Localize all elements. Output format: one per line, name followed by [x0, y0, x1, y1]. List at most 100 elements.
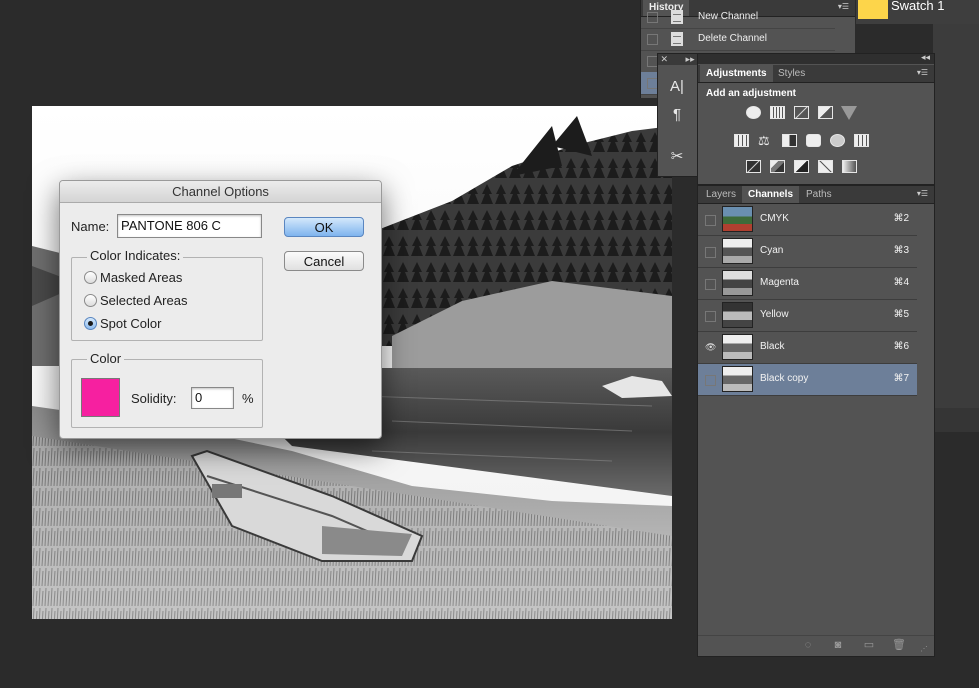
percent-label: %	[242, 391, 254, 406]
exposure-icon[interactable]	[818, 106, 833, 119]
name-label: Name:	[71, 219, 110, 234]
selective-color-icon[interactable]	[818, 160, 833, 173]
curves-icon[interactable]	[794, 106, 809, 119]
eye-icon[interactable]: 👁	[705, 343, 716, 352]
spot-color-swatch[interactable]	[81, 378, 120, 417]
solidity-label: Solidity:	[131, 391, 177, 406]
channel-row-cyan[interactable]: Cyan ⌘3	[698, 236, 917, 268]
history-row-new-channel[interactable]: New Channel	[641, 6, 835, 29]
panel-menu-icon[interactable]: ▾☰	[838, 2, 849, 11]
tool-presets-icon[interactable]: ✂	[666, 146, 688, 168]
gradient-map-icon[interactable]	[842, 160, 857, 173]
photo-filter-icon[interactable]	[806, 134, 821, 147]
visibility-toggle[interactable]	[705, 247, 716, 258]
channel-mixer-icon[interactable]	[830, 134, 845, 147]
selected-areas-radio[interactable]	[84, 294, 97, 307]
tab-paths[interactable]: Paths	[800, 186, 838, 203]
history-step-label: New Channel	[698, 11, 759, 22]
layers-channels-paths-tabbar: Layers Channels Paths ▾☰	[698, 186, 934, 204]
channel-thumbnail	[722, 366, 753, 392]
channel-name: Cyan	[760, 245, 784, 256]
channel-name-input[interactable]: PANTONE 806 C	[117, 214, 262, 238]
channels-panel-footer: ◌ ◙ ▭ 🗑 ⋰	[698, 635, 934, 656]
panel-menu-icon[interactable]: ▾☰	[917, 68, 928, 77]
hue-saturation-icon[interactable]	[734, 134, 749, 147]
channel-options-dialog: Channel Options Name: PANTONE 806 C OK C…	[59, 180, 382, 439]
levels-icon[interactable]	[770, 106, 785, 119]
visibility-toggle[interactable]	[705, 279, 716, 290]
color-indicates-label: Color Indicates:	[87, 248, 184, 263]
channel-shortcut: ⌘5	[893, 309, 909, 320]
vibrance-icon[interactable]	[841, 106, 857, 120]
channel-shortcut: ⌘4	[893, 277, 909, 288]
channel-shortcut: ⌘7	[893, 373, 909, 384]
side-panel-footer	[933, 408, 979, 432]
history-step-icon	[671, 32, 683, 46]
history-row-delete-channel[interactable]: Delete Channel	[641, 28, 835, 51]
invert-icon[interactable]	[746, 160, 761, 173]
panel-title-strip: ◂◂	[698, 52, 934, 64]
channel-row-black[interactable]: 👁 Black ⌘6	[698, 332, 917, 364]
adjustments-tabbar: Adjustments Styles ▾☰	[698, 65, 934, 83]
swatch-color-chip[interactable]	[858, 0, 888, 19]
channel-name: CMYK	[760, 213, 789, 224]
visibility-toggle[interactable]	[705, 215, 716, 226]
tab-channels[interactable]: Channels	[742, 186, 800, 203]
black-white-icon[interactable]	[782, 134, 797, 147]
resize-grip-icon[interactable]: ⋰	[918, 644, 930, 655]
cancel-button[interactable]: Cancel	[284, 251, 364, 271]
delete-channel-icon[interactable]: 🗑	[892, 640, 906, 651]
history-brush-source-checkbox[interactable]	[647, 34, 658, 45]
history-step-icon	[671, 10, 683, 24]
channels-panel: Layers Channels Paths ▾☰ CMYK ⌘2 Cyan ⌘3…	[697, 185, 935, 657]
tab-adjustments[interactable]: Adjustments	[700, 65, 773, 82]
collapse-icon[interactable]: ◂◂	[921, 52, 930, 63]
threshold-icon[interactable]	[794, 160, 809, 173]
channel-row-yellow[interactable]: Yellow ⌘5	[698, 300, 917, 332]
channel-name: Black	[760, 341, 785, 352]
channel-thumbnail	[722, 302, 753, 328]
side-panel-area	[933, 24, 979, 432]
channel-row-black-copy[interactable]: Black copy ⌘7	[698, 364, 917, 396]
adjustments-heading: Add an adjustment	[706, 88, 797, 99]
load-selection-icon[interactable]: ◌	[802, 640, 814, 651]
channel-row-cmyk[interactable]: CMYK ⌘2	[698, 204, 917, 236]
swatch-name: Swatch 1	[891, 0, 945, 13]
save-selection-icon[interactable]: ◙	[832, 640, 844, 651]
visibility-toggle[interactable]	[705, 311, 716, 322]
paragraph-icon[interactable]: ¶	[666, 104, 688, 126]
panel-menu-icon[interactable]: ▾☰	[917, 189, 928, 198]
history-brush-source-checkbox[interactable]	[647, 12, 658, 23]
dock-header[interactable]: ✕ ▸▸	[658, 54, 698, 65]
channel-thumbnail	[722, 334, 753, 360]
ok-button[interactable]: OK	[284, 217, 364, 237]
channel-thumbnail	[722, 238, 753, 264]
channel-thumbnail	[722, 270, 753, 296]
color-group-label: Color	[87, 351, 125, 366]
posterize-icon[interactable]	[770, 160, 785, 173]
spot-color-radio[interactable]	[84, 317, 97, 330]
color-balance-icon[interactable]: ⚖	[758, 134, 773, 147]
brightness-contrast-icon[interactable]	[746, 106, 761, 119]
adjustments-panel: ◂◂ Adjustments Styles ▾☰ Add an adjustme…	[697, 52, 935, 185]
channel-thumbnail	[722, 206, 753, 232]
tab-styles[interactable]: Styles	[772, 65, 811, 82]
masked-areas-radio[interactable]	[84, 271, 97, 284]
visibility-toggle[interactable]	[705, 375, 716, 386]
selected-areas-label[interactable]: Selected Areas	[100, 293, 187, 308]
channel-name: Black copy	[760, 373, 809, 384]
history-step-label: Delete Channel	[698, 33, 767, 44]
channel-row-magenta[interactable]: Magenta ⌘4	[698, 268, 917, 300]
channel-shortcut: ⌘6	[893, 341, 909, 352]
masked-areas-label[interactable]: Masked Areas	[100, 270, 182, 285]
dialog-title: Channel Options	[60, 181, 381, 203]
solidity-input[interactable]: 0	[191, 387, 234, 409]
channel-shortcut: ⌘3	[893, 245, 909, 256]
spot-color-label[interactable]: Spot Color	[100, 316, 161, 331]
channel-name: Yellow	[760, 309, 789, 320]
color-lookup-icon[interactable]	[854, 134, 869, 147]
tab-layers[interactable]: Layers	[700, 186, 742, 203]
channel-shortcut: ⌘2	[893, 213, 909, 224]
character-icon[interactable]: A|	[666, 76, 688, 98]
new-channel-icon[interactable]: ▭	[863, 640, 875, 651]
